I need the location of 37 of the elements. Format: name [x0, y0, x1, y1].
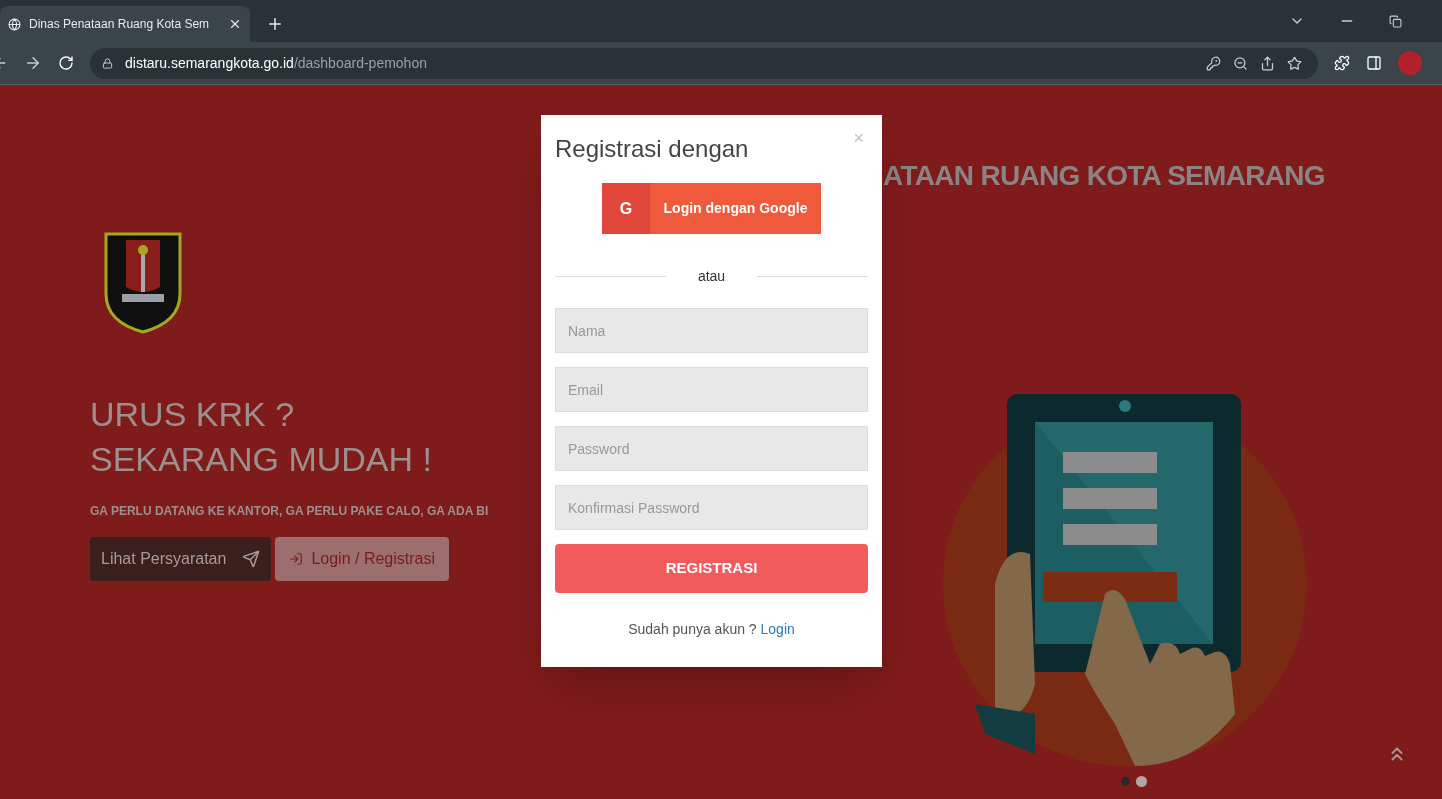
google-login-button[interactable]: G Login dengan Google [602, 183, 821, 234]
register-button[interactable]: REGISTRASI [555, 544, 868, 593]
login-link[interactable]: Login [760, 621, 795, 637]
login-register-button[interactable]: Login / Registrasi [275, 537, 450, 581]
input-field[interactable]: Password [555, 426, 868, 471]
divider-label: atau [697, 267, 726, 286]
requirements-button[interactable]: Lihat Persyaratan [90, 537, 272, 581]
tab-title: Dinas Penataan Ruang Kota Sem [29, 16, 211, 33]
city-emblem-icon [104, 232, 182, 334]
forward-icon[interactable] [24, 54, 42, 72]
input-field[interactable]: Email [555, 367, 868, 412]
key-icon[interactable] [1206, 55, 1221, 71]
share-icon[interactable] [1260, 55, 1275, 71]
login-prompt: Sudah punya akun ? Login [628, 620, 795, 639]
new-tab-icon[interactable] [266, 15, 284, 33]
modal-title: Registrasi dengan [555, 134, 749, 164]
hero-heading: URUS KRK ? [90, 394, 296, 435]
send-icon [242, 550, 261, 568]
extensions-icon[interactable] [1334, 55, 1350, 71]
close-icon[interactable] [228, 17, 242, 31]
hero-heading: SEKARANG MUDAH ! [90, 439, 433, 480]
lock-icon [102, 57, 113, 69]
url-text: distaru.semarangkota.go.id/dashboard-pemohon [125, 53, 427, 73]
hero-tagline: GA PERLU DATANG KE KANTOR, GA PERLU PAKE CALO, GA ADA BI [90, 503, 490, 520]
bookmark-star-icon[interactable] [1287, 55, 1302, 71]
site-title: ATAAN RUANG KOTA SEMARANG [883, 159, 1326, 193]
reload-icon[interactable] [58, 55, 74, 71]
input-field[interactable]: Konfirmasi Password [555, 485, 868, 530]
zoom-out-icon[interactable] [1233, 55, 1248, 71]
address-bar[interactable]: distaru.semarangkota.go.id/dashboard-pemohon [90, 47, 1318, 79]
globe-icon [8, 17, 21, 31]
restore-icon[interactable] [1389, 14, 1402, 28]
input-field[interactable]: Nama [555, 308, 868, 353]
browser-tab[interactable]: Dinas Penataan Ruang Kota Sem [0, 6, 250, 42]
side-panel-icon[interactable] [1366, 55, 1382, 71]
sign-in-icon [289, 552, 304, 566]
google-g-icon: G [602, 183, 650, 234]
